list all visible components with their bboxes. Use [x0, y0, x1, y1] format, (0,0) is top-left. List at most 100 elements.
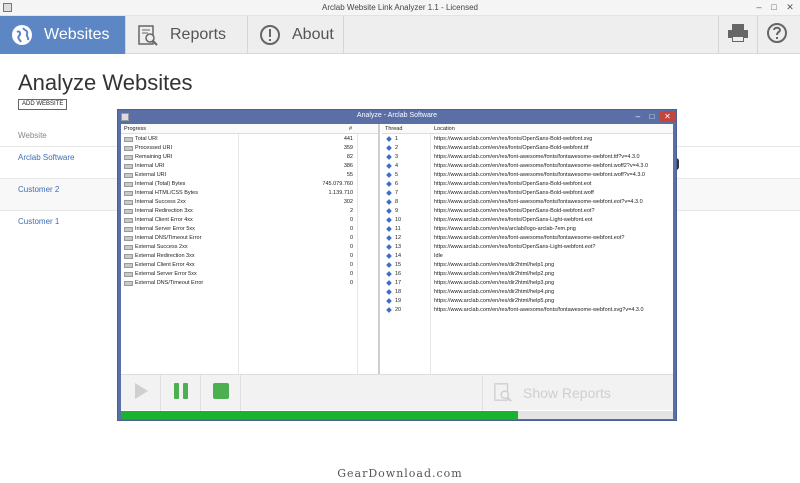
stat-label: External URI — [135, 172, 167, 178]
tab-reports[interactable]: Reports — [126, 16, 248, 54]
stat-label: External Success 2xx — [135, 244, 188, 250]
thread-location: https://www.arclab.com/en/res/font-aweso… — [434, 172, 645, 178]
window-title: Arclab Website Link Analyzer 1.1 - Licen… — [322, 3, 478, 12]
thread-status-icon — [386, 154, 392, 160]
start-button[interactable] — [121, 375, 161, 411]
dialog-minimize-icon[interactable]: – — [631, 111, 645, 122]
printer-icon — [727, 23, 749, 48]
stop-button[interactable] — [201, 375, 241, 411]
globe-icon — [10, 23, 34, 47]
thread-number: 11 — [395, 226, 401, 232]
thread-number: 20 — [395, 307, 402, 313]
watermark: GearDownload.com — [337, 467, 463, 480]
website-name[interactable]: Arclab Software — [18, 153, 74, 162]
page-title: Analyze Websites — [18, 70, 193, 95]
stat-label: External DNS/Timeout Error — [135, 280, 204, 286]
dialog-close-icon[interactable]: ✕ — [659, 111, 676, 122]
thread-number: 12 — [395, 235, 402, 241]
stat-icon — [124, 146, 133, 151]
thread-status-icon — [386, 172, 392, 178]
stats-row: Internal Client Error 4xx 0 — [121, 216, 380, 225]
tab-about-label: About — [292, 26, 334, 43]
add-website-button[interactable]: ADD WEBSITE — [18, 99, 68, 110]
stat-label: Internal DNS/Timeout Error — [135, 235, 202, 241]
website-name[interactable]: Customer 1 — [18, 217, 59, 226]
thread-status-icon — [386, 145, 392, 151]
tab-websites[interactable]: Websites — [0, 16, 126, 54]
thread-location: https://www.arclab.com/en/res/fonts/Open… — [434, 145, 589, 151]
thread-location: https://www.arclab.com/en/res/fonts/Open… — [434, 190, 594, 196]
thread-status-icon — [386, 307, 392, 313]
play-icon — [132, 382, 150, 405]
thread-number: 8 — [395, 199, 399, 205]
stat-icon — [124, 245, 133, 250]
tab-reports-label: Reports — [170, 26, 227, 43]
stat-value: 0 — [349, 217, 353, 223]
thread-status-icon — [386, 190, 392, 196]
stat-value: 745.079.760 — [322, 181, 353, 187]
stats-row: External DNS/Timeout Error 0 — [121, 279, 380, 288]
stats-row: Internal Success 2xx 302 — [121, 198, 380, 207]
stats-row: Internal (Total) Bytes 745.079.760 — [121, 180, 380, 189]
count-header: # — [349, 126, 353, 132]
thread-number: 9 — [395, 208, 399, 214]
print-button[interactable] — [718, 16, 756, 54]
threads-table-header: Thread Location — [382, 124, 673, 134]
stat-value: 1.139.710 — [328, 190, 353, 196]
dialog-maximize-icon[interactable]: □ — [645, 111, 659, 122]
stat-value: 2 — [349, 208, 353, 214]
stat-label: External Server Error 5xx — [135, 271, 197, 277]
thread-status-icon — [386, 217, 392, 223]
stat-value: 0 — [349, 244, 353, 250]
stat-value: 0 — [349, 226, 353, 232]
thread-number: 5 — [395, 172, 399, 178]
thread-number: 1 — [395, 136, 399, 142]
main-toolbar: Websites Reports About — [0, 16, 800, 54]
progress-bar-fill — [121, 411, 519, 419]
thread-status-icon — [386, 226, 392, 232]
show-reports-button[interactable]: Show Reports — [482, 375, 673, 411]
stat-value: 0 — [349, 253, 353, 259]
close-icon[interactable]: ✕ — [783, 1, 797, 14]
thread-status-icon — [386, 181, 392, 187]
thread-status-icon — [386, 289, 392, 295]
stat-value: 82 — [346, 154, 353, 160]
stat-label: Internal HTML/CSS Bytes — [135, 190, 198, 196]
tab-about[interactable]: About — [248, 16, 344, 54]
website-name[interactable]: Customer 2 — [18, 185, 59, 194]
thread-number: 19 — [395, 298, 402, 304]
window-titlebar: Arclab Website Link Analyzer 1.1 - Licen… — [0, 0, 800, 16]
minimize-icon[interactable]: – — [752, 1, 766, 14]
threads-table: Thread Location 1 https://www.arclab.com/… — [382, 124, 673, 374]
thread-row: 17 https://www.arclab.com/en/res/dir2html… — [382, 279, 673, 288]
thread-location: https://www.arclab.com/en/res/fonts/Open… — [434, 181, 592, 187]
stat-icon — [124, 209, 133, 214]
thread-status-icon — [386, 244, 392, 250]
thread-row: 13 https://www.arclab.com/en/res/fonts/Op… — [382, 243, 673, 252]
help-button[interactable] — [757, 16, 795, 54]
stat-label: Processed URI — [135, 145, 172, 151]
stats-row: Total URI 441 — [121, 135, 380, 144]
thread-number: 6 — [395, 181, 399, 187]
thread-location: https://www.arclab.com/en/res/font-aweso… — [434, 235, 625, 241]
thread-number: 18 — [395, 289, 402, 295]
stat-label: Internal Redirection 3xx — [135, 208, 193, 214]
stats-row: Processed URI 359 — [121, 144, 380, 153]
pause-button[interactable] — [161, 375, 201, 411]
thread-row: 2 https://www.arclab.com/en/res/fonts/Ope… — [382, 144, 673, 153]
progress-table: Progress # Total URI 441 Processed URI 359 R… — [121, 124, 380, 374]
stat-icon — [124, 182, 133, 187]
thread-row: 14 Idle — [382, 252, 673, 261]
progress-table-header: Progress # — [121, 124, 378, 134]
stats-row: Internal URI 386 — [121, 162, 380, 171]
stat-icon — [124, 191, 133, 196]
stat-icon — [124, 164, 133, 169]
stop-icon — [212, 382, 230, 405]
stat-icon — [124, 227, 133, 232]
location-header: Location — [434, 126, 455, 132]
maximize-icon[interactable]: □ — [767, 1, 781, 14]
thread-row: 3 https://www.arclab.com/en/res/font-awes… — [382, 153, 673, 162]
thread-status-icon — [386, 262, 392, 268]
stat-value: 359 — [343, 145, 353, 151]
stat-value: 0 — [349, 280, 353, 286]
